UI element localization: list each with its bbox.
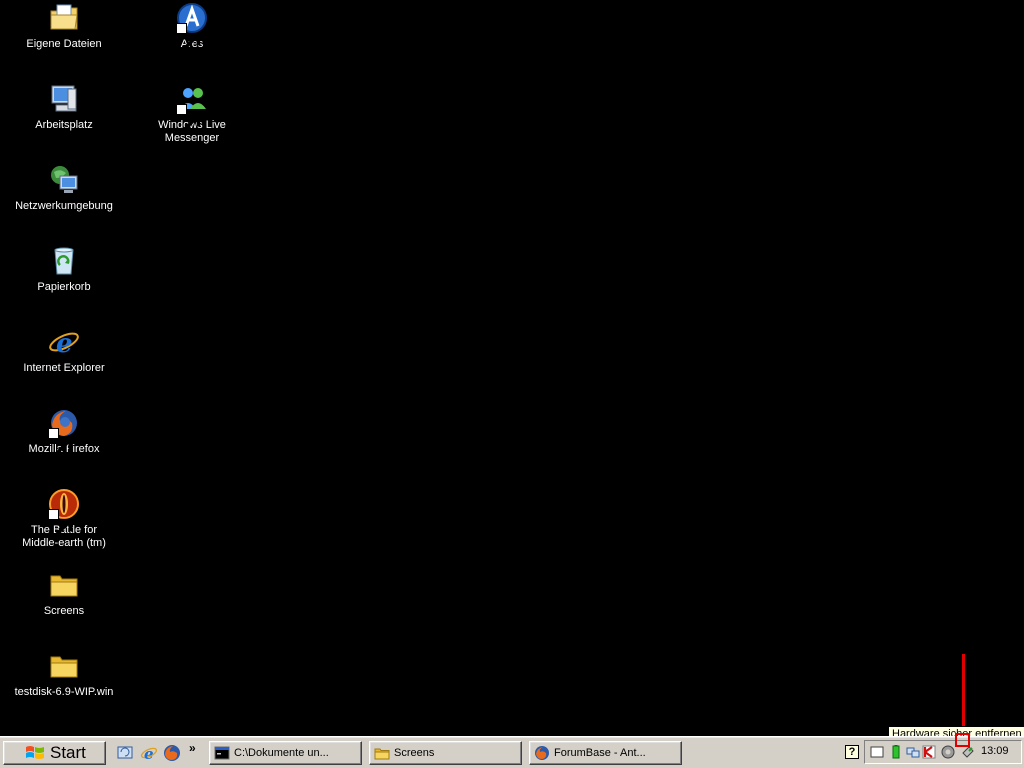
task-button-forumbase[interactable]: ForumBase - Ant... bbox=[529, 741, 682, 765]
shortcut-arrow-icon bbox=[176, 104, 201, 132]
folder-icon bbox=[48, 569, 80, 601]
tray-battery-icon[interactable] bbox=[889, 745, 903, 759]
desktop-icon-screens[interactable]: Screens bbox=[0, 569, 128, 618]
firefox-icon bbox=[164, 745, 180, 761]
desktop-icon-firefox[interactable]: Mozilla Firefox bbox=[0, 407, 128, 456]
desktop-icon-label: Arbeitsplatz bbox=[35, 119, 93, 131]
desktop-icon-network-places[interactable]: Netzwerkumgebung bbox=[0, 164, 128, 213]
clock[interactable]: 13:09 bbox=[981, 745, 1009, 757]
tray-window-icon[interactable] bbox=[870, 745, 884, 759]
desktop-icon-battle-middle-earth[interactable]: The Battle for Middle-earth (tm) bbox=[0, 488, 128, 550]
quicklaunch-internet-explorer[interactable]: e bbox=[140, 744, 158, 762]
desktop-icon-label: Screens bbox=[43, 605, 85, 617]
red-annotation-box bbox=[955, 733, 970, 747]
help-icon[interactable]: ? bbox=[845, 745, 859, 759]
internet-explorer-icon: e bbox=[140, 745, 158, 762]
task-label: C:\Dokumente un... bbox=[234, 747, 329, 759]
show-desktop-icon bbox=[117, 746, 133, 759]
tray-network-icon[interactable] bbox=[906, 745, 920, 759]
task-button-console[interactable]: C:\Dokumente un... bbox=[209, 741, 362, 765]
desktop-icon-recycle-bin[interactable]: Papierkorb bbox=[0, 245, 128, 294]
console-icon bbox=[214, 745, 230, 761]
network-places-icon bbox=[48, 164, 80, 196]
quicklaunch-firefox[interactable] bbox=[163, 744, 181, 762]
desktop-icon-internet-explorer[interactable]: e Internet Explorer bbox=[0, 326, 128, 375]
my-computer-icon bbox=[48, 83, 80, 115]
desktop-icon-my-computer[interactable]: Arbeitsplatz bbox=[0, 83, 128, 132]
folder-icon bbox=[48, 650, 80, 682]
tray-safely-remove-hardware-icon[interactable] bbox=[961, 745, 975, 759]
shortcut-arrow-icon bbox=[48, 509, 73, 537]
quicklaunch-more-chevron[interactable]: » bbox=[189, 741, 196, 755]
firefox-icon bbox=[48, 407, 80, 456]
desktop-icon-label: Papierkorb bbox=[37, 281, 91, 293]
desktop-icon-messenger[interactable]: Windows Live Messenger bbox=[128, 83, 256, 145]
quicklaunch-show-desktop[interactable] bbox=[116, 744, 134, 762]
system-tray: 13:09 bbox=[864, 740, 1022, 764]
task-button-screens[interactable]: Screens bbox=[369, 741, 522, 765]
desktop[interactable]: Eigene Dateien Ares Arbeitsplatz Windows… bbox=[0, 0, 1024, 736]
desktop-icon-my-documents[interactable]: Eigene Dateien bbox=[0, 2, 128, 51]
battle-middle-earth-icon bbox=[48, 488, 80, 537]
ares-icon bbox=[176, 2, 208, 51]
desktop-icon-ares[interactable]: Ares bbox=[128, 2, 256, 51]
recycle-bin-icon bbox=[48, 245, 80, 277]
start-label: Start bbox=[50, 743, 86, 762]
shortcut-arrow-icon bbox=[48, 428, 73, 456]
firefox-icon bbox=[534, 745, 550, 761]
desktop-icon-label: Internet Explorer bbox=[23, 362, 105, 374]
desktop-icon-label: testdisk-6.9-WIP.win bbox=[14, 686, 114, 698]
my-documents-icon bbox=[48, 2, 80, 34]
tray-volume-icon[interactable] bbox=[941, 745, 955, 759]
task-label: ForumBase - Ant... bbox=[554, 747, 646, 759]
desktop-icon-label: Netzwerkumgebung bbox=[15, 200, 113, 212]
windows-logo-icon bbox=[26, 746, 44, 759]
internet-explorer-icon: e bbox=[48, 326, 80, 358]
tray-antivirus-icon[interactable] bbox=[922, 745, 936, 759]
svg-text:e: e bbox=[144, 745, 154, 762]
messenger-icon bbox=[176, 83, 208, 132]
desktop-icon-label: Eigene Dateien bbox=[26, 38, 102, 50]
desktop-icon-testdisk[interactable]: testdisk-6.9-WIP.win bbox=[0, 650, 128, 699]
svg-text:e: e bbox=[56, 329, 73, 358]
task-label: Screens bbox=[394, 747, 435, 759]
folder-icon bbox=[374, 745, 390, 761]
start-button[interactable]: Start bbox=[3, 741, 106, 765]
shortcut-arrow-icon bbox=[176, 23, 201, 51]
